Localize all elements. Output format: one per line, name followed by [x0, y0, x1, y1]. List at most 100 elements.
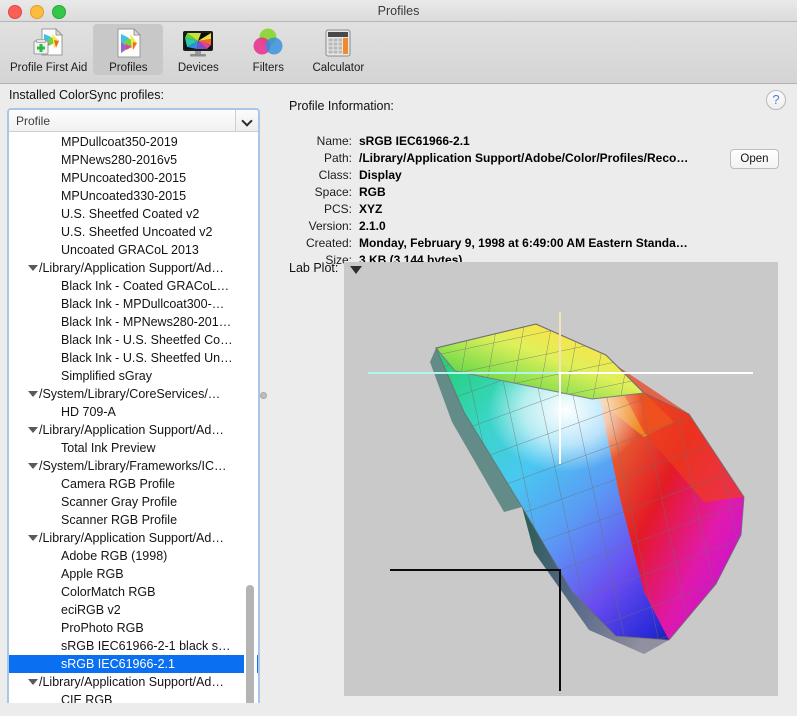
profile-filter-dropdown-button[interactable]	[235, 110, 258, 131]
list-scrollbar-track[interactable]	[244, 133, 257, 706]
list-item[interactable]: Total Ink Preview	[9, 439, 258, 457]
lab-plot-label: Lab Plot:	[289, 261, 339, 275]
info-row: PCS: XYZ	[289, 201, 709, 217]
list-item-label: MPUncoated300-2015	[61, 171, 187, 185]
list-item[interactable]: Apple RGB	[9, 565, 258, 583]
info-key: Version:	[308, 219, 352, 233]
split-resize-handle[interactable]	[260, 392, 267, 399]
list-item-selected[interactable]: sRGB IEC61966-2.1	[9, 655, 258, 673]
list-item[interactable]: eciRGB v2	[9, 601, 258, 619]
profiles-list[interactable]: MPDullcoat350-2019 MPNews280-2016v5 MPUnco…	[9, 133, 258, 706]
list-item[interactable]: Scanner RGB Profile	[9, 511, 258, 529]
axis-vertical-middle	[559, 372, 561, 464]
info-row: Class: Display	[289, 167, 709, 183]
list-item[interactable]: MPUncoated300-2015	[9, 169, 258, 187]
list-item-label: Black Ink - MPDullcoat300-…	[61, 297, 225, 311]
info-value: /Library/Application Support/Adobe/Color…	[359, 151, 689, 165]
list-item-label: ProPhoto RGB	[61, 621, 144, 635]
list-item[interactable]: Black Ink - Coated GRACoL…	[9, 277, 258, 295]
list-item[interactable]: /Library/Application Support/Ad…	[9, 529, 258, 547]
list-item[interactable]: Uncoated GRACoL 2013	[9, 241, 258, 259]
info-value: 2.1.0	[359, 219, 386, 233]
list-item-label: Adobe RGB (1998)	[61, 549, 168, 563]
list-item[interactable]: Black Ink - MPDullcoat300-…	[9, 295, 258, 313]
list-item[interactable]: Simplified sGray	[9, 367, 258, 385]
list-item-label: Total Ink Preview	[61, 441, 156, 455]
list-item-label: ColorMatch RGB	[61, 585, 156, 599]
list-item-label: U.S. Sheetfed Uncoated v2	[61, 225, 213, 239]
help-question-icon[interactable]: ?	[766, 90, 786, 110]
list-item-label: /Library/Application Support/Ad…	[39, 531, 224, 545]
list-item[interactable]: /System/Library/CoreServices/…	[9, 385, 258, 403]
list-scrollbar-thumb[interactable]	[246, 585, 254, 706]
list-item-label: Camera RGB Profile	[61, 477, 175, 491]
axis-vertical-upper	[559, 312, 561, 372]
list-item[interactable]: MPUncoated330-2015	[9, 187, 258, 205]
filters-icon	[249, 26, 287, 60]
toolbar-item-profiles[interactable]: Profiles	[93, 24, 164, 75]
list-item[interactable]: /Library/Application Support/Ad…	[9, 421, 258, 439]
info-key: Path:	[323, 151, 352, 165]
info-row: Version: 2.1.0	[289, 218, 709, 234]
toolbar-label: Calculator	[312, 62, 365, 74]
toolbar-item-devices[interactable]: Devices	[163, 24, 233, 75]
chevron-down-icon	[243, 116, 252, 125]
gamut-volume-3d	[430, 323, 745, 654]
calculator-icon	[319, 26, 357, 60]
lab-plot-canvas[interactable]	[344, 262, 778, 696]
disclosure-triangle-icon[interactable]	[28, 463, 38, 469]
info-key: Space:	[314, 185, 352, 199]
list-item[interactable]: MPDullcoat350-2019	[9, 133, 258, 151]
list-item[interactable]: /System/Library/Frameworks/IC…	[9, 457, 258, 475]
open-button[interactable]: Open	[730, 149, 779, 169]
list-item[interactable]: U.S. Sheetfed Uncoated v2	[9, 223, 258, 241]
list-item[interactable]: Black Ink - MPNews280-201…	[9, 313, 258, 331]
info-row: Path: /Library/Application Support/Adobe/…	[289, 150, 709, 166]
window-title-bar: Profiles	[0, 0, 797, 22]
window-title: Profiles	[377, 4, 420, 18]
list-item[interactable]: U.S. Sheetfed Coated v2	[9, 205, 258, 223]
disclosure-triangle-icon[interactable]	[28, 265, 38, 271]
profiles-listbox[interactable]: Profile MPDullcoat350-2019 MPNews280-2016…	[7, 108, 260, 708]
list-item[interactable]: ColorMatch RGB	[9, 583, 258, 601]
info-key: Class:	[318, 168, 352, 182]
toolbar-item-filters[interactable]: Filters	[233, 24, 303, 75]
list-item[interactable]: /Library/Application Support/Ad…	[9, 259, 258, 277]
toolbar-item-profile-first-aid[interactable]: Profile First Aid	[4, 24, 93, 75]
disclosure-triangle-icon[interactable]	[28, 535, 38, 541]
list-item[interactable]: Adobe RGB (1998)	[9, 547, 258, 565]
disclosure-triangle-icon[interactable]	[28, 427, 38, 433]
axis-horizontal-bottom	[390, 569, 560, 571]
toolbar-label: Devices	[177, 62, 219, 74]
list-item[interactable]: Camera RGB Profile	[9, 475, 258, 493]
info-key: Created:	[305, 236, 352, 250]
toolbar-label: Profile First Aid	[10, 62, 88, 74]
list-item[interactable]: MPNews280-2016v5	[9, 151, 258, 169]
profile-first-aid-icon	[30, 26, 68, 60]
profile-filter-value: Profile	[16, 113, 51, 128]
profile-filter-bar[interactable]: Profile	[9, 110, 258, 132]
disclosure-triangle-icon[interactable]	[28, 679, 38, 685]
list-item-label: /Library/Application Support/Ad…	[39, 423, 224, 437]
toolbar-item-calculator[interactable]: Calculator	[303, 24, 373, 75]
list-item[interactable]: HD 709-A	[9, 403, 258, 421]
list-item-label: /System/Library/CoreServices/…	[39, 387, 221, 401]
list-item[interactable]: Black Ink - U.S. Sheetfed Co…	[9, 331, 258, 349]
profile-information-table: Name: sRGB IEC61966-2.1 Path: /Library/Appl…	[289, 133, 709, 269]
list-item-label: Black Ink - Coated GRACoL…	[61, 279, 230, 293]
list-item-label: /Library/Application Support/Ad…	[39, 675, 224, 689]
info-row: Space: RGB	[289, 184, 709, 200]
disclosure-triangle-icon[interactable]	[28, 391, 38, 397]
list-item[interactable]: sRGB IEC61966-2-1 black s…	[9, 637, 258, 655]
list-item[interactable]: /Library/Application Support/Ad…	[9, 673, 258, 691]
list-item-label: Simplified sGray	[61, 369, 152, 383]
profiles-icon	[109, 26, 147, 60]
list-item-label: Black Ink - U.S. Sheetfed Un…	[61, 351, 233, 365]
list-item-label: Apple RGB	[61, 567, 124, 581]
list-item[interactable]: ProPhoto RGB	[9, 619, 258, 637]
list-item[interactable]: Scanner Gray Profile	[9, 493, 258, 511]
axis-horizontal-left	[368, 372, 560, 374]
list-item[interactable]: Black Ink - U.S. Sheetfed Un…	[9, 349, 258, 367]
list-item-label: Uncoated GRACoL 2013	[61, 243, 199, 257]
profile-information-heading: Profile Information:	[289, 99, 394, 113]
